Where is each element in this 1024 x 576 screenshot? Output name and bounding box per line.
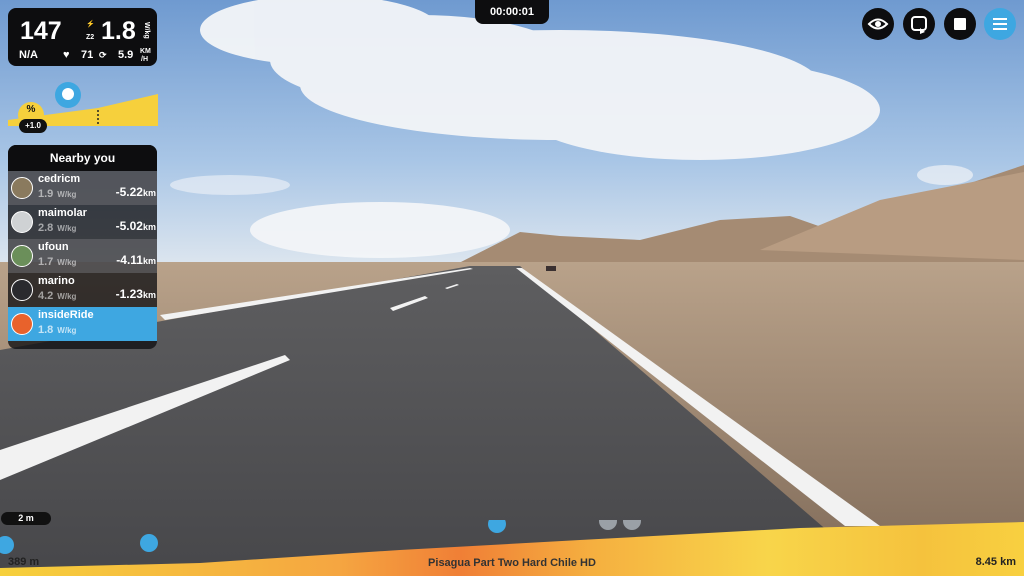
list-item[interactable]: marino 4.2 W/kg -1.23km [8,273,157,307]
list-item[interactable]: cedricm 1.9 W/kg -5.22km [8,171,157,205]
speed-unit-top: KM [140,48,151,55]
rider-wkg: 1.7 W/kg [38,256,77,268]
stop-button[interactable] [944,8,976,40]
avatar [11,279,33,301]
switch-button[interactable] [903,8,935,40]
distance-total: 8.45 km [975,556,1016,568]
avatar [11,245,33,267]
avatar [11,211,33,233]
rider-distance: -5.22km [115,185,156,199]
rider-name: marino [38,275,75,287]
metrics-panel: 147 ⚡ Z2 1.8 W/kg N/A ♥ 71 ⟳ 5.9 KM /H [8,8,157,66]
rider-wkg: 1.8 W/kg [38,324,77,336]
stop-icon [954,18,966,30]
cadence-value: 71 [81,49,94,61]
list-item-current-user[interactable]: insideRide 1.8 W/kg [8,307,157,341]
nearby-panel: Nearby you cedricm 1.9 W/kg -5.22km maimo… [8,145,157,349]
avatar [11,313,33,335]
avatar [11,177,33,199]
rider-name: maimolar [38,207,87,219]
cadence-icon: ⟳ [99,50,107,60]
rider-wkg: 2.8 W/kg [38,222,77,234]
menu-icon [993,18,1007,30]
speed-unit-bottom: /H [141,56,148,63]
zone-label: Z2 [86,34,95,41]
rider-distance: -4.11km [116,253,156,267]
power-value: 147 [20,17,62,45]
rider-distance: -5.02km [115,219,156,233]
route-name: Pisagua Part Two Hard Chile HD [428,557,596,569]
repeat-icon [911,16,927,34]
list-item[interactable]: ufoun 1.7 W/kg -4.11km [8,239,157,273]
heart-rate-value: N/A [19,49,38,61]
rider-name: insideRide [38,309,94,321]
ride-timer: 00:00:01 [475,0,549,24]
scale-badge: 2 m [1,512,51,525]
speed-value: 5.9 [118,49,134,61]
eye-icon [867,18,889,30]
rider-name: cedricm [38,173,81,185]
heart-icon: ♥ [63,49,70,61]
rider-name: ufoun [38,241,69,253]
gradient-value: +1.0 [19,119,47,133]
lightning-icon: ⚡ [86,21,95,28]
distant-car [546,266,556,271]
menu-button[interactable] [984,8,1016,40]
wkg-value: 1.8 [101,17,136,45]
nearby-title: Nearby you [8,145,157,171]
list-item[interactable]: maimolar 2.8 W/kg -5.02km [8,205,157,239]
rider-distance: -1.23km [115,287,156,301]
gradient-widget: % +1.0 [8,80,158,136]
rider-wkg: 4.2 W/kg [38,290,77,302]
wkg-unit: W/kg [143,22,150,39]
rider-wkg: 1.9 W/kg [38,188,77,200]
view-button[interactable] [862,8,894,40]
